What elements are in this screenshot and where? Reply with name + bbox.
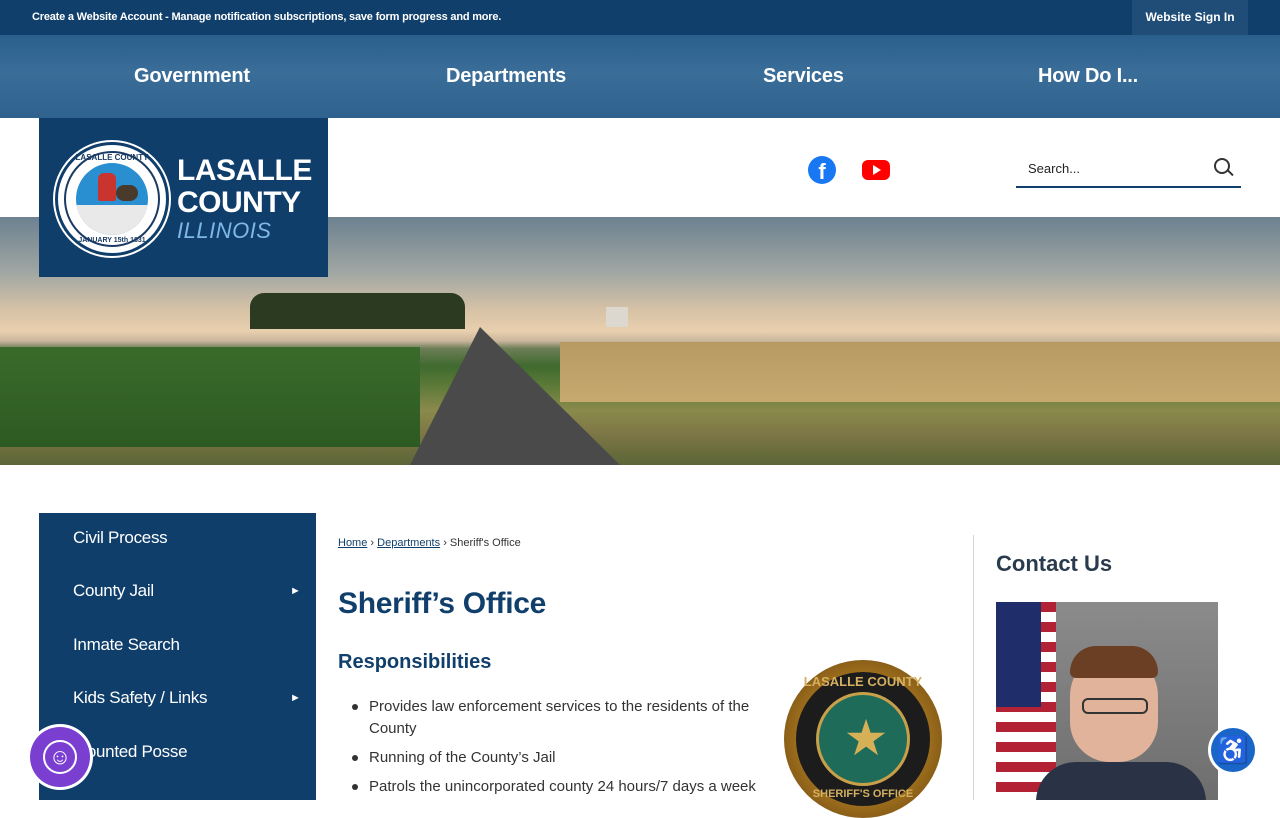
sidebar-item-county-jail[interactable]: County Jail xyxy=(73,581,154,601)
search-icon[interactable] xyxy=(1214,158,1230,174)
sheriff-badge-image: LASALLE COUNTY ★ SHERIFF'S OFFICE xyxy=(784,660,942,818)
nav-government[interactable]: Government xyxy=(134,65,250,88)
portrait-suit xyxy=(1036,762,1206,800)
accessibility-icon[interactable]: ♿ xyxy=(1211,728,1255,772)
seal-land xyxy=(76,205,148,235)
nav-departments[interactable]: Departments xyxy=(446,65,566,88)
list-item: Provides law enforcement services to the… xyxy=(352,696,772,740)
logo-line-county: COUNTY xyxy=(177,186,301,219)
banner-trees xyxy=(250,293,465,329)
top-utility-bar: Create a Website Account - Manage notifi… xyxy=(0,0,1280,35)
portrait-hair xyxy=(1070,646,1158,678)
banner-house xyxy=(606,307,628,327)
column-divider xyxy=(973,535,974,800)
search-box xyxy=(1016,150,1241,188)
seal-top-text: LASALLE COUNTY xyxy=(75,153,149,162)
sidebar-item-inmate-search[interactable]: Inmate Search xyxy=(73,635,180,655)
seal-bottom-text: JANUARY 15th 1831 xyxy=(78,237,146,244)
logo-line-lasalle: LASALLE xyxy=(177,154,312,187)
sheriff-portrait-photo xyxy=(996,602,1218,800)
contact-us-heading: Contact Us xyxy=(996,551,1113,576)
breadcrumb-home[interactable]: Home xyxy=(338,537,367,549)
page-title: Sheriff’s Office xyxy=(338,587,547,620)
accessibility-person-icon: ☺ xyxy=(43,740,77,774)
seal-animal xyxy=(116,185,138,201)
breadcrumb-departments[interactable]: Departments xyxy=(377,537,440,549)
website-sign-in-button[interactable]: Website Sign In xyxy=(1132,0,1248,35)
breadcrumb: Home › Departments › Sheriff's Office xyxy=(338,537,521,549)
badge-top-text: LASALLE COUNTY xyxy=(803,674,923,689)
banner-field-left xyxy=(0,347,420,447)
breadcrumb-separator: › xyxy=(370,537,375,549)
youtube-play-triangle xyxy=(873,165,881,175)
nav-how-do-i[interactable]: How Do I... xyxy=(1038,65,1138,88)
county-seal: LASALLE COUNTY JANUARY 15th 1831 xyxy=(55,142,169,256)
breadcrumb-current: Sheriff's Office xyxy=(449,537,521,549)
list-item: Patrols the unincorporated county 24 hou… xyxy=(352,776,772,798)
submenu-arrow-icon[interactable]: ► xyxy=(290,692,301,704)
banner-road xyxy=(410,327,620,465)
list-item: Running of the County’s Jail xyxy=(352,747,772,769)
breadcrumb-separator: › xyxy=(443,537,447,549)
county-logo[interactable]: LASALLE COUNTY JANUARY 15th 1831 LASALLE… xyxy=(39,118,328,277)
accessibility-widget-button[interactable]: ☺ xyxy=(30,727,90,787)
banner-field-right xyxy=(560,342,1280,402)
badge-center: ★ xyxy=(816,692,910,786)
portrait-glasses xyxy=(1082,698,1148,714)
logo-line-illinois: ILLINOIS xyxy=(177,218,272,243)
badge-star-icon: ★ xyxy=(843,710,889,766)
facebook-icon[interactable]: f xyxy=(808,156,836,184)
main-navigation: Government Departments Services How Do I… xyxy=(0,35,1280,118)
responsibilities-heading: Responsibilities xyxy=(338,651,492,673)
responsibilities-list: Provides law enforcement services to the… xyxy=(352,696,772,805)
create-account-message[interactable]: Create a Website Account - Manage notifi… xyxy=(32,11,501,23)
sidebar-item-kids-safety[interactable]: Kids Safety / Links xyxy=(73,688,207,708)
nav-services[interactable]: Services xyxy=(763,65,844,88)
sidebar-item-mounted-posse[interactable]: Mounted Posse xyxy=(73,742,188,762)
submenu-arrow-icon[interactable]: ► xyxy=(290,585,301,597)
search-input[interactable] xyxy=(1028,158,1198,178)
american-flag xyxy=(996,602,1056,800)
flag-union xyxy=(996,602,1041,707)
youtube-icon[interactable] xyxy=(862,160,890,180)
seal-emblem xyxy=(76,163,148,235)
sidebar-item-civil-process[interactable]: Civil Process xyxy=(73,528,168,548)
seal-figure xyxy=(98,173,116,201)
badge-bottom-text: SHERIFF'S OFFICE xyxy=(812,788,914,800)
